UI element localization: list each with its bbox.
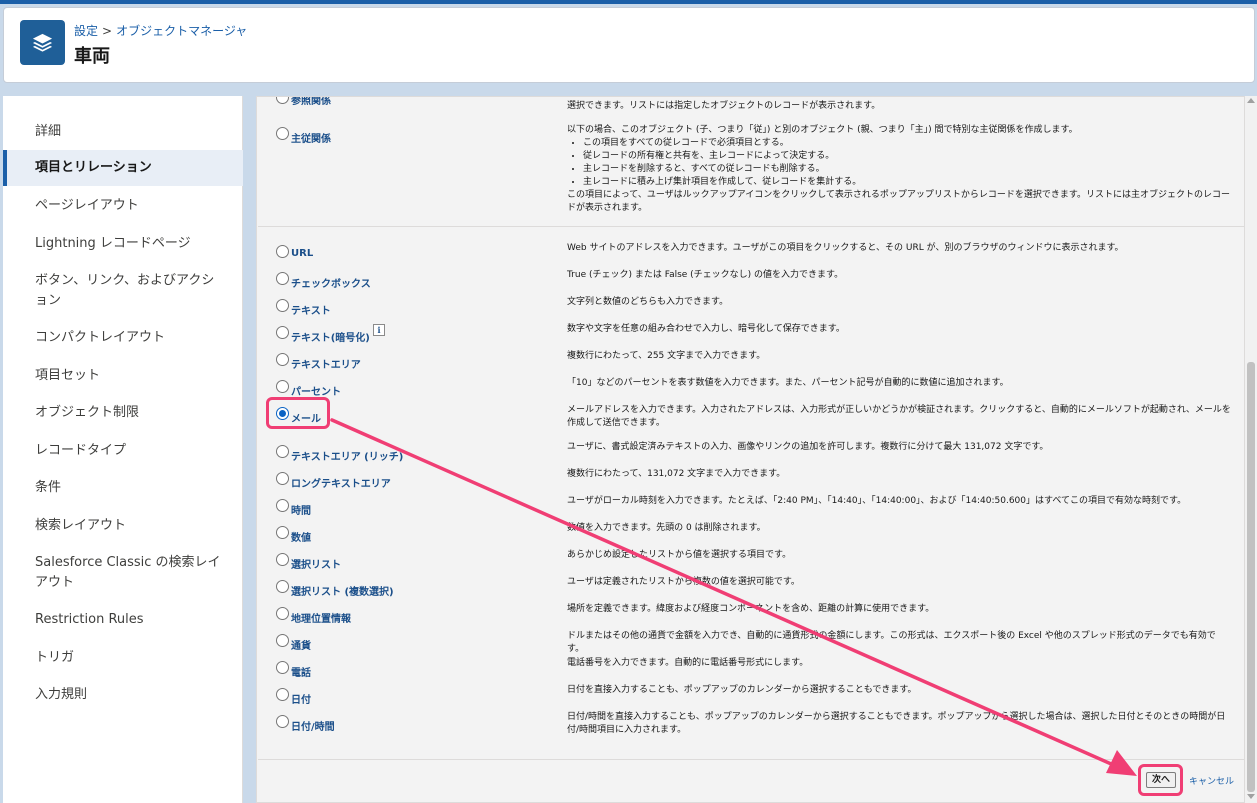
annotation-arrow xyxy=(330,418,1137,776)
